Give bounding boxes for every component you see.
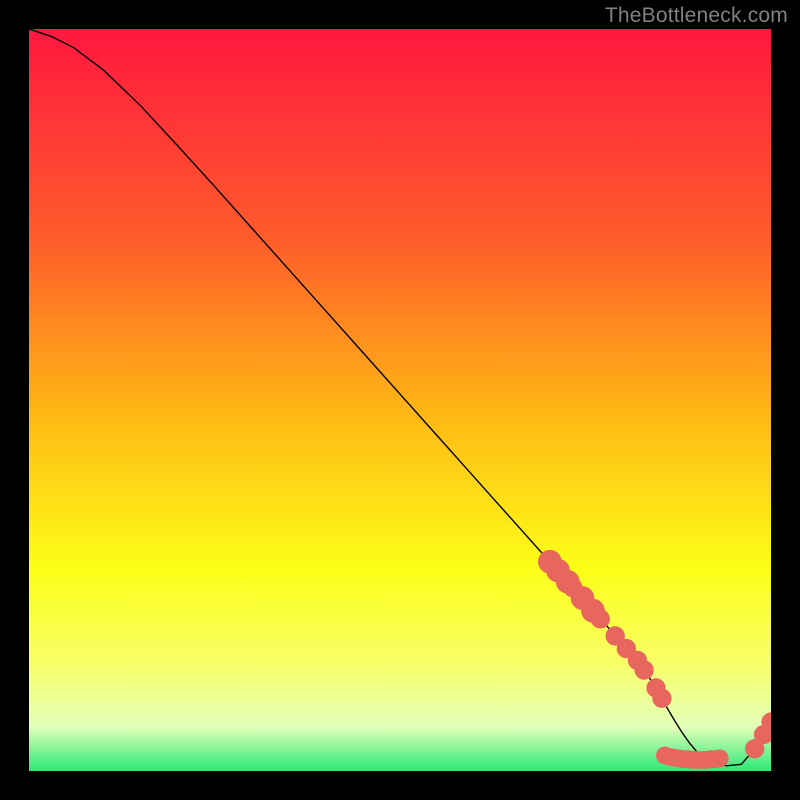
outer-frame: TheBottleneck.com: [0, 0, 800, 800]
highlight-marker: [591, 609, 610, 628]
chart-svg: [29, 29, 771, 771]
gradient-background: [29, 29, 771, 771]
highlight-marker: [634, 660, 653, 679]
highlight-marker: [652, 689, 671, 708]
chart-plot-area: [29, 29, 771, 771]
highlight-marker: [711, 749, 729, 767]
watermark-text: TheBottleneck.com: [605, 4, 788, 28]
